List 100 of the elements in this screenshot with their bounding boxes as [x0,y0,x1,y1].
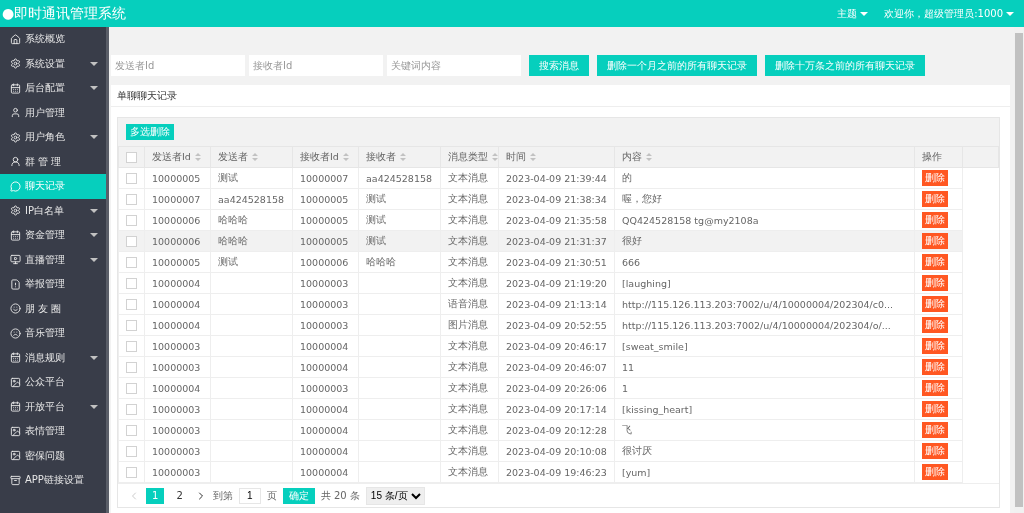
smiley-icon [10,303,21,315]
table-cell: 测试 [366,192,386,204]
table-cell: 2023-04-09 21:19:20 [506,277,607,289]
sidebar-item[interactable]: 消息规则 [0,345,106,370]
table-cell: 2023-04-09 21:35:58 [506,214,607,226]
sidebar-item[interactable]: 资金管理 [0,223,106,248]
picture-icon [10,425,21,437]
sidebar-item[interactable]: 用户管理 [0,100,106,125]
column-header[interactable]: 时间 [498,146,615,168]
page-input[interactable]: 1 [238,487,261,504]
checkbox[interactable] [126,257,137,268]
checkbox[interactable] [126,383,137,394]
table-cell: 测试 [366,234,386,246]
table-cell: 文本消息 [448,402,488,414]
search-field[interactable]: 发送者Id [111,55,245,76]
search-field[interactable]: 关键词内容 [387,55,521,76]
goto-label: 到第 [212,488,233,503]
sidebar-item[interactable]: 密保问题 [0,443,106,468]
sidebar-item[interactable]: 系统概览 [0,27,106,52]
page-button[interactable]: 2 [170,487,189,504]
sort-icon[interactable] [530,153,536,161]
column-header[interactable]: 接收者 [358,146,441,168]
table-cell: 哈哈哈 [366,255,396,267]
sort-icon[interactable] [252,153,258,161]
table-cell: aa424528158 [366,172,433,184]
search-field[interactable]: 接收者Id [249,55,383,76]
column-header[interactable]: 接收者Id [292,146,359,168]
table-cell: 2023-04-09 20:26:06 [506,382,607,394]
sort-icon[interactable] [646,153,652,161]
checkbox[interactable] [126,467,137,478]
calendar-icon [10,352,21,364]
sidebar-item[interactable]: 后台配置 [0,76,106,101]
table-cell: 2023-04-09 20:46:07 [506,361,607,373]
checkbox[interactable] [126,299,137,310]
checkbox[interactable] [126,278,137,289]
checkbox[interactable] [126,320,137,331]
play-screen-icon [10,254,21,266]
column-header[interactable]: 内容 [614,146,915,168]
checkbox[interactable] [126,446,137,457]
table-cell: 10000003 [300,298,349,310]
sidebar-item[interactable]: IP白名单 [0,198,106,223]
sidebar-item[interactable]: 开放平台 [0,394,106,419]
sidebar-item[interactable]: 直播管理 [0,247,106,272]
caret-icon [90,135,98,140]
column-header[interactable]: 发送者Id [144,146,211,168]
calendar-icon [10,229,21,241]
sidebar-item[interactable]: APP链接设置 [0,468,106,493]
table-cell: 10000006 [152,235,201,247]
table-cell: 10000005 [300,214,349,226]
sidebar-item[interactable]: 系统设置 [0,51,106,76]
table-cell: [laughing] [622,277,671,289]
checkbox[interactable] [126,236,137,247]
table-row[interactable]: 10000005 测试 10000007 aa424528158 文本消息 2023-04-09 21:39:44 的 删除 [118,167,999,189]
calendar-icon [10,82,21,94]
table-cell: 2023-04-09 21:38:34 [506,193,607,205]
table-cell: 2023-04-09 19:46:23 [506,466,607,478]
table-cell: 10000007 [300,172,349,184]
sidebar-item[interactable]: 群 管 理 [0,149,106,174]
table-cell: 测试 [218,171,238,183]
sort-icon[interactable] [194,153,201,161]
column-header[interactable]: 操作 [914,146,963,168]
table-cell: 10000004 [300,361,349,373]
checkbox[interactable] [126,341,137,352]
page-unit: 页 [266,488,277,503]
sort-icon[interactable] [400,153,406,161]
table-cell: 2023-04-09 21:13:14 [506,298,607,310]
sidebar-item[interactable]: 公众平台 [0,370,106,395]
table-cell: 哈哈哈 [218,234,248,246]
caret-icon [90,233,98,238]
sidebar-item[interactable]: 举报管理 [0,272,106,297]
table-cell: 10000003 [152,403,201,415]
sidebar-item[interactable]: 用户角色 [0,125,106,150]
table-cell: 文本消息 [448,444,488,456]
caret-icon [90,61,98,66]
checkbox[interactable] [126,362,137,373]
table-cell: 2023-04-09 21:39:44 [506,172,607,184]
checkbox[interactable] [126,404,137,415]
user-icon [10,156,21,168]
checkbox[interactable] [126,173,137,184]
column-header[interactable]: 消息类型 [440,146,499,168]
table-cell: 10000007 [152,193,201,205]
checkbox[interactable] [126,194,137,205]
table-cell: 2023-04-09 20:52:55 [506,319,607,331]
page-size-select[interactable]: 15 条/页 [365,486,425,505]
sidebar-item[interactable]: 朋 友 圈 [0,296,106,321]
sidebar-item[interactable]: 表情管理 [0,419,106,444]
table-cell: 文本消息 [448,276,488,288]
caret-icon [90,257,98,262]
settings-icon [10,205,21,217]
column-header[interactable]: 发送者 [210,146,293,168]
table-cell: 10000004 [152,319,201,331]
panel-title: 单聊聊天记录 [111,85,1010,107]
sidebar-item[interactable]: 音乐管理 [0,321,106,346]
sort-icon[interactable] [342,153,349,161]
checkbox[interactable] [126,215,137,226]
checkbox[interactable] [126,152,137,163]
table-cell: 10000004 [300,466,349,478]
table-cell: 文本消息 [448,213,488,225]
checkbox[interactable] [126,425,137,436]
table-cell: 文本消息 [448,381,488,393]
